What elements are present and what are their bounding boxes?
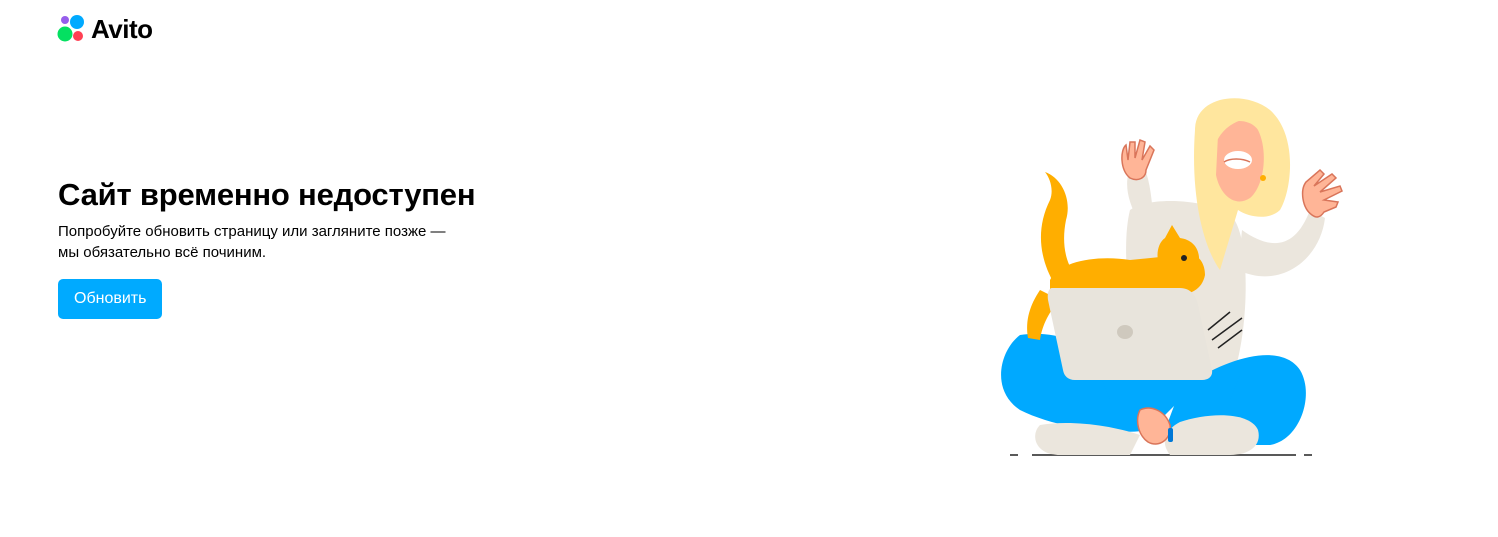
logo-text: Avito [91,14,153,44]
error-page: Avito Сайт временно недоступен Попробуйт… [0,0,1498,537]
page-title: Сайт временно недоступен [58,177,476,212]
description-line-2: мы обязательно всё починим. [58,244,267,261]
error-description: Попробуйте обновить страницу или загляни… [58,221,488,263]
error-message-block: Сайт временно недоступен Попробуйте обно… [58,176,518,319]
description-line-1: Попробуйте обновить страницу или загляни… [58,223,446,240]
avito-dots-icon [57,15,84,42]
avito-logo[interactable]: Avito [57,14,153,44]
woman-with-cat-and-laptop-illustration [1001,98,1343,456]
refresh-button[interactable]: Обновить [58,279,163,319]
